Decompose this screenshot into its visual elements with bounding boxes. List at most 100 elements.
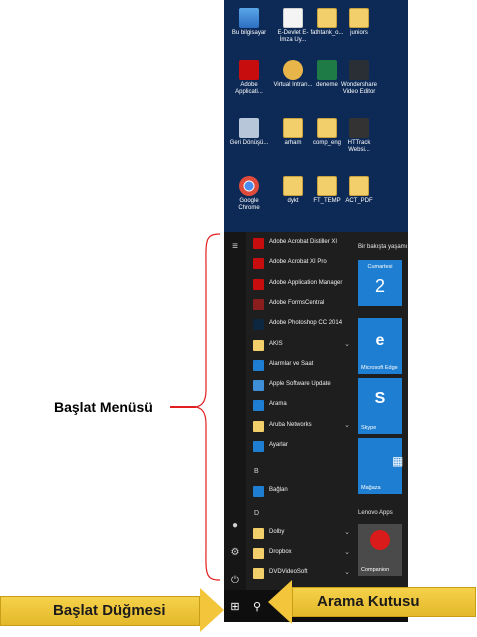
start-button-label: Başlat Düğmesi [53, 602, 166, 619]
app-list-item-label: Adobe Application Manager [269, 279, 343, 286]
search-box-button[interactable]: ⚲ [246, 590, 268, 622]
calendar-day: Cumartesi [367, 264, 393, 270]
chevron-down-icon[interactable]: ⌄ [344, 548, 350, 556]
app-list-item[interactable]: Ayarlar [250, 439, 352, 455]
desktop-icon-label: juniors [350, 30, 368, 36]
windows-logo-icon: ⊞ [230, 600, 240, 613]
start-menu: ≡ ● ⚙ ⏻ B D Adobe Acrobat Distiller XI Ad… [224, 232, 408, 590]
chevron-down-icon[interactable]: ⌄ [344, 528, 350, 536]
letter-header-d: D [254, 510, 260, 517]
app-list-item-label: Adobe Acrobat XI Pro [269, 259, 327, 266]
skype-tile[interactable]: S Skype [358, 378, 402, 434]
skype-label: Skype [361, 425, 377, 431]
letter-header-b: B [254, 468, 259, 475]
desktop-icon[interactable]: juniors [338, 8, 380, 37]
folder-icon [253, 548, 264, 559]
forms-central-icon [253, 298, 264, 310]
app-list-item[interactable]: Dropbox ⌄ [250, 546, 352, 562]
desktop: Bu bilgisayar E-Devlet E-İmza Uy... fathta… [224, 0, 408, 232]
app-list-item[interactable]: Arama [250, 398, 352, 414]
apple-update-icon [253, 380, 264, 392]
power-icon[interactable]: ⏻ [229, 575, 241, 587]
app-list: B D Adobe Acrobat Distiller XI Adobe Acro… [250, 232, 354, 590]
companion-tile[interactable]: Companion [358, 524, 402, 576]
app-list-item[interactable]: Bağlan [250, 484, 352, 500]
desktop-icon[interactable]: Bu bilgisayar [228, 8, 270, 37]
app-list-item[interactable]: Dolby ⌄ [250, 526, 352, 542]
folder-icon [283, 118, 303, 138]
edge-tile[interactable]: e Microsoft Edge [358, 318, 402, 374]
start-menu-label: Başlat Menüsü [54, 399, 153, 415]
httrack-icon [349, 118, 369, 138]
chevron-down-icon[interactable]: ⌄ [344, 568, 350, 576]
folder-icon [253, 528, 264, 539]
desktop-icon[interactable]: Adobe Applicati... [228, 60, 270, 96]
folder-icon [253, 420, 264, 432]
app-list-item[interactable]: AKIS ⌄ [250, 338, 352, 354]
desktop-icon[interactable]: Wondershare Video Editor [338, 60, 380, 96]
gear-icon [253, 441, 264, 452]
adobe-icon [239, 60, 259, 80]
store-tile[interactable]: ▦ Mağaza [358, 438, 403, 494]
chevron-down-icon[interactable]: ⌄ [344, 340, 350, 348]
settings-gear-icon[interactable]: ⚙ [229, 547, 241, 559]
app-list-item[interactable]: Aruba Networks ⌄ [250, 419, 352, 435]
tiles-group-header: Bir bakışta yaşamı [358, 244, 408, 250]
computer-icon [239, 8, 259, 28]
start-menu-bracket [196, 233, 221, 581]
lenovo-apps-header: Lenovo Apps [358, 510, 393, 516]
app-list-item[interactable]: Apple Software Update [250, 378, 352, 394]
folder-icon [253, 339, 264, 351]
app-list-item-label: Bağlan [269, 487, 288, 493]
search-box-banner: Arama Kutusu [292, 587, 476, 617]
app-list-item[interactable]: DVDVideoSoft ⌄ [250, 566, 352, 582]
start-button-arrow [200, 588, 224, 632]
desktop-icon[interactable]: HTTrack Websi... [338, 118, 380, 154]
desktop-icon-label: ACT_PDF [345, 198, 373, 204]
app-list-item-label: Adobe Acrobat Distiller XI [269, 239, 338, 245]
user-avatar-icon[interactable]: ● [229, 520, 241, 532]
desktop-icon-label: HTTrack Websi... [347, 140, 371, 153]
desktop-icon-label: Geri Dönüşü... [229, 140, 269, 146]
desktop-icon[interactable]: Google Chrome [228, 176, 270, 212]
app-list-item-label: Dolby [269, 529, 285, 535]
store-label: Mağaza [361, 485, 381, 491]
skype-icon: S [374, 390, 386, 407]
app-list-item[interactable]: Adobe Photoshop CC 2014 [250, 317, 352, 333]
hamburger-menu-icon[interactable]: ≡ [229, 241, 241, 253]
start-menu-rail: ≡ ● ⚙ ⏻ [224, 232, 246, 590]
app-list-item-label: Aruba Networks [269, 421, 312, 428]
app-list-item[interactable]: Adobe Acrobat Distiller XI [250, 236, 352, 252]
app-list-item[interactable]: Alarmlar ve Saat [250, 358, 352, 374]
app-list-item-label: Dropbox [269, 549, 292, 555]
recycle-bin-icon [239, 118, 259, 138]
companion-icon [370, 530, 390, 550]
desktop-icon[interactable]: ACT_PDF [338, 176, 380, 205]
edge-icon: e [375, 332, 385, 349]
folder-icon [283, 176, 303, 196]
document-icon [283, 8, 303, 28]
app-list-item-label: Arama [269, 401, 287, 408]
folder-icon [253, 568, 264, 579]
desktop-icon-label: Wondershare Video Editor [341, 82, 377, 95]
app-list-item[interactable]: Adobe Acrobat XI Pro [250, 256, 352, 272]
calendar-tile[interactable]: Cumartesi 2 [358, 260, 402, 306]
app-list-item-label: Apple Software Update [269, 381, 331, 388]
search-icon [253, 400, 264, 412]
app-list-item-label: DVDVideoSoft [269, 569, 308, 575]
chevron-down-icon[interactable]: ⌄ [344, 421, 350, 429]
video-editor-icon [349, 60, 369, 80]
calendar-date: 2 [374, 276, 385, 296]
acrobat-distiller-icon [253, 238, 264, 249]
app-list-item[interactable]: Adobe Application Manager [250, 277, 352, 293]
start-button[interactable]: ⊞ [224, 590, 246, 622]
app-list-item[interactable]: Adobe FormsCentral [250, 297, 352, 313]
app-list-item-label: AKIS [269, 340, 283, 347]
vpn-icon [283, 60, 303, 80]
app-list-item-label: Alarmlar ve Saat [269, 360, 314, 367]
connect-icon [253, 486, 264, 497]
photoshop-icon [253, 319, 264, 331]
excel-icon [317, 60, 337, 80]
desktop-icon[interactable]: Geri Dönüşü... [228, 118, 270, 147]
start-button-banner: Başlat Düğmesi [0, 596, 200, 626]
